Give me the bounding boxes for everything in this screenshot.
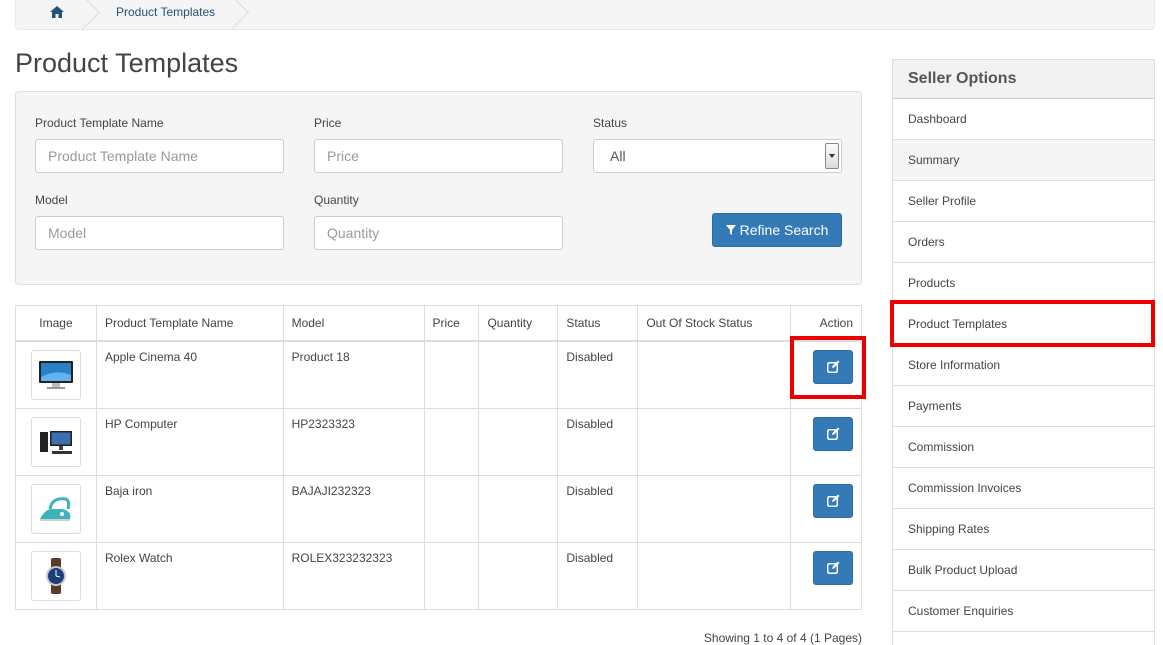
iron-image[interactable] bbox=[30, 483, 81, 534]
seller-options-sidebar: Seller Options Dashboard Summary Seller … bbox=[892, 59, 1155, 645]
row-stock-status bbox=[637, 541, 791, 610]
header-status[interactable]: Status bbox=[557, 305, 639, 342]
sidebar-item-summary[interactable]: Summary bbox=[893, 140, 1154, 181]
row-name: Baja iron bbox=[95, 474, 284, 543]
sidebar-item-dashboard[interactable]: Dashboard bbox=[893, 99, 1154, 140]
status-label: Status bbox=[593, 116, 628, 130]
sidebar-heading: Seller Options bbox=[893, 60, 1154, 99]
refine-search-label: Refine Search bbox=[739, 222, 829, 238]
sidebar-item-payments[interactable]: Payments bbox=[893, 386, 1154, 427]
edit-icon bbox=[826, 360, 839, 373]
refine-search-button[interactable]: Refine Search bbox=[712, 213, 842, 247]
row-model: HP2323323 bbox=[282, 407, 425, 476]
price-label: Price bbox=[314, 116, 342, 130]
row-stock-status bbox=[637, 407, 791, 476]
breadcrumb-home[interactable] bbox=[16, 0, 88, 29]
table-row: HP Computer HP2323323 Disabled bbox=[15, 407, 862, 476]
product-templates-table: Image Product Template Name Model Price … bbox=[15, 305, 862, 610]
model-input[interactable] bbox=[35, 216, 284, 250]
sidebar-item-orders[interactable]: Orders bbox=[893, 222, 1154, 263]
status-select-value: All bbox=[610, 148, 626, 164]
sidebar-item-shipping-rates[interactable]: Shipping Rates bbox=[893, 509, 1154, 550]
sidebar-item-customer-enquiries[interactable]: Customer Enquiries bbox=[893, 591, 1154, 632]
quantity-label: Quantity bbox=[314, 193, 359, 207]
table-row: Rolex Watch ROLEX323232323 Disabled bbox=[15, 541, 862, 610]
table-row: Baja iron BAJAJI232323 Disabled bbox=[15, 474, 862, 543]
header-quantity[interactable]: Quantity bbox=[478, 305, 559, 342]
sidebar-item-seller-profile[interactable]: Seller Profile bbox=[893, 181, 1154, 222]
pagination-summary: Showing 1 to 4 of 4 (1 Pages) bbox=[703, 631, 862, 645]
table-row: Apple Cinema 40 Product 18 Disabled bbox=[15, 340, 862, 409]
quantity-input[interactable] bbox=[314, 216, 563, 250]
header-stock-status[interactable]: Out Of Stock Status bbox=[637, 305, 791, 342]
header-price[interactable]: Price bbox=[423, 305, 480, 342]
row-price bbox=[423, 474, 480, 543]
price-input[interactable] bbox=[314, 139, 563, 173]
search-panel: Product Template Name Price Status All M… bbox=[15, 91, 862, 285]
chevron-down-icon bbox=[825, 143, 839, 169]
sidebar-item-bulk-product-upload[interactable]: Bulk Product Upload bbox=[893, 550, 1154, 591]
row-status: Disabled bbox=[557, 340, 639, 409]
row-status: Disabled bbox=[557, 407, 639, 476]
row-price bbox=[423, 407, 480, 476]
row-quantity bbox=[478, 474, 559, 543]
row-quantity bbox=[478, 541, 559, 610]
row-status: Disabled bbox=[557, 474, 639, 543]
name-input[interactable] bbox=[35, 139, 284, 173]
row-price bbox=[423, 541, 480, 610]
breadcrumb: Product Templates bbox=[15, 0, 1155, 30]
monitor-image[interactable] bbox=[30, 349, 81, 400]
row-stock-status bbox=[637, 474, 791, 543]
row-quantity bbox=[478, 340, 559, 409]
table-header-row: Image Product Template Name Model Price … bbox=[15, 305, 862, 342]
page-title: Product Templates bbox=[15, 48, 239, 78]
header-name[interactable]: Product Template Name bbox=[95, 305, 284, 342]
sidebar-item-store-information[interactable]: Store Information bbox=[893, 345, 1154, 386]
row-model: BAJAJI232323 bbox=[282, 474, 425, 543]
filter-icon bbox=[725, 225, 736, 235]
sidebar-item-product-templates[interactable]: Product Templates bbox=[893, 304, 1154, 345]
header-model[interactable]: Model bbox=[282, 305, 425, 342]
home-icon bbox=[50, 6, 64, 18]
row-model: Product 18 bbox=[282, 340, 425, 409]
header-action: Action bbox=[790, 305, 862, 342]
header-image[interactable]: Image bbox=[15, 305, 97, 342]
row-stock-status bbox=[637, 340, 791, 409]
row-model: ROLEX323232323 bbox=[282, 541, 425, 610]
sidebar-item-more[interactable] bbox=[893, 632, 1154, 645]
edit-button[interactable] bbox=[813, 550, 853, 585]
name-label: Product Template Name bbox=[35, 116, 164, 130]
row-name: Rolex Watch bbox=[95, 541, 284, 610]
breadcrumb-product-templates[interactable]: Product Templates bbox=[88, 0, 237, 29]
computer-image[interactable] bbox=[30, 416, 81, 467]
edit-icon bbox=[826, 494, 839, 507]
edit-icon bbox=[826, 561, 839, 574]
edit-button[interactable] bbox=[813, 416, 853, 451]
sidebar-item-products[interactable]: Products bbox=[893, 263, 1154, 304]
row-name: Apple Cinema 40 bbox=[95, 340, 284, 409]
edit-button[interactable] bbox=[813, 483, 853, 518]
row-quantity bbox=[478, 407, 559, 476]
edit-button[interactable] bbox=[813, 349, 853, 384]
sidebar-item-commission-invoices[interactable]: Commission Invoices bbox=[893, 468, 1154, 509]
row-price bbox=[423, 340, 480, 409]
model-label: Model bbox=[35, 193, 68, 207]
edit-icon bbox=[826, 427, 839, 440]
row-status: Disabled bbox=[557, 541, 639, 610]
sidebar-item-commission[interactable]: Commission bbox=[893, 427, 1154, 468]
row-name: HP Computer bbox=[95, 407, 284, 476]
watch-image[interactable] bbox=[30, 550, 81, 601]
status-select[interactable]: All bbox=[593, 139, 842, 173]
